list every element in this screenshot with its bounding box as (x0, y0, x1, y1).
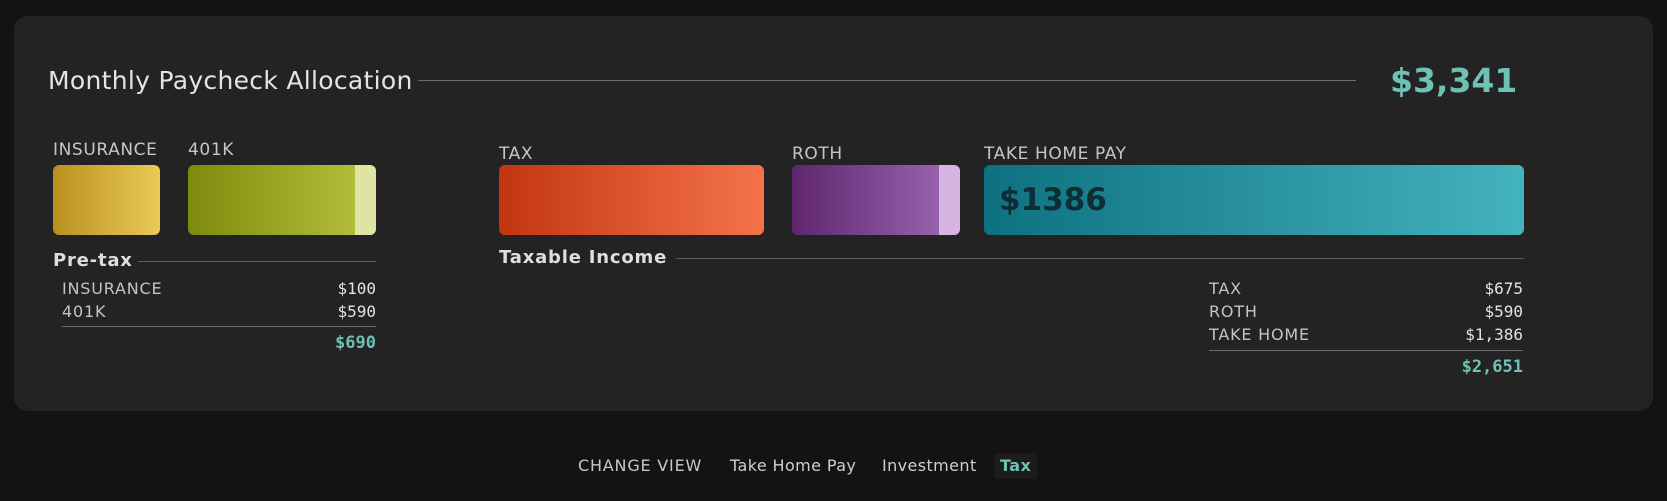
take-home-segment-label: TAKE HOME PAY (984, 144, 1127, 164)
pretax-divider (138, 261, 376, 262)
pretax-row-401k: 401K $590 (62, 301, 376, 323)
taxable-sum-divider (1209, 350, 1523, 351)
tax-bar[interactable] (499, 165, 764, 235)
pretax-heading: Pre-tax (53, 250, 133, 271)
pretax-row-label: 401K (62, 302, 107, 321)
roth-bar[interactable] (792, 165, 960, 235)
pretax-row-label: INSURANCE (62, 279, 163, 298)
taxable-row-tax: TAX $675 (1209, 278, 1523, 300)
taxable-income-heading: Taxable Income (499, 247, 668, 268)
pretax-sum-divider (62, 326, 376, 327)
pretax-row-amount: $100 (337, 279, 376, 298)
roth-bar-cap (939, 165, 960, 235)
pretax-row-amount: $590 (337, 302, 376, 321)
pretax-total: $690 (335, 333, 376, 353)
401k-bar[interactable] (188, 165, 376, 235)
taxable-row-take-home: TAKE HOME $1,386 (1209, 324, 1523, 346)
401k-bar-cap (355, 165, 376, 235)
tax-segment-label: TAX (499, 144, 534, 164)
taxable-row-amount: $1,386 (1465, 325, 1523, 344)
roth-segment-label: ROTH (792, 144, 843, 164)
taxable-total: $2,651 (1461, 357, 1523, 377)
taxable-income-divider (676, 258, 1524, 259)
title-divider (418, 80, 1356, 81)
take-home-bar-value: $1386 (999, 182, 1107, 218)
take-home-bar[interactable]: $1386 (984, 165, 1524, 235)
paycheck-total: $3,341 (1390, 61, 1518, 100)
taxable-row-label: TAKE HOME (1209, 325, 1310, 344)
taxable-row-label: ROTH (1209, 302, 1258, 321)
pretax-row-insurance: INSURANCE $100 (62, 278, 376, 300)
taxable-row-amount: $675 (1484, 279, 1523, 298)
taxable-row-amount: $590 (1484, 302, 1523, 321)
insurance-segment-label: INSURANCE (53, 140, 158, 160)
insurance-bar[interactable] (53, 165, 160, 235)
taxable-row-roth: ROTH $590 (1209, 301, 1523, 323)
401k-segment-label: 401K (188, 140, 234, 160)
view-option-tax[interactable]: Tax (994, 453, 1038, 479)
page-title: Monthly Paycheck Allocation (48, 66, 413, 95)
view-option-take-home-pay[interactable]: Take Home Pay (730, 453, 856, 479)
view-option-investment[interactable]: Investment (882, 453, 977, 479)
change-view-label: CHANGE VIEW (578, 456, 703, 475)
taxable-row-label: TAX (1209, 279, 1242, 298)
